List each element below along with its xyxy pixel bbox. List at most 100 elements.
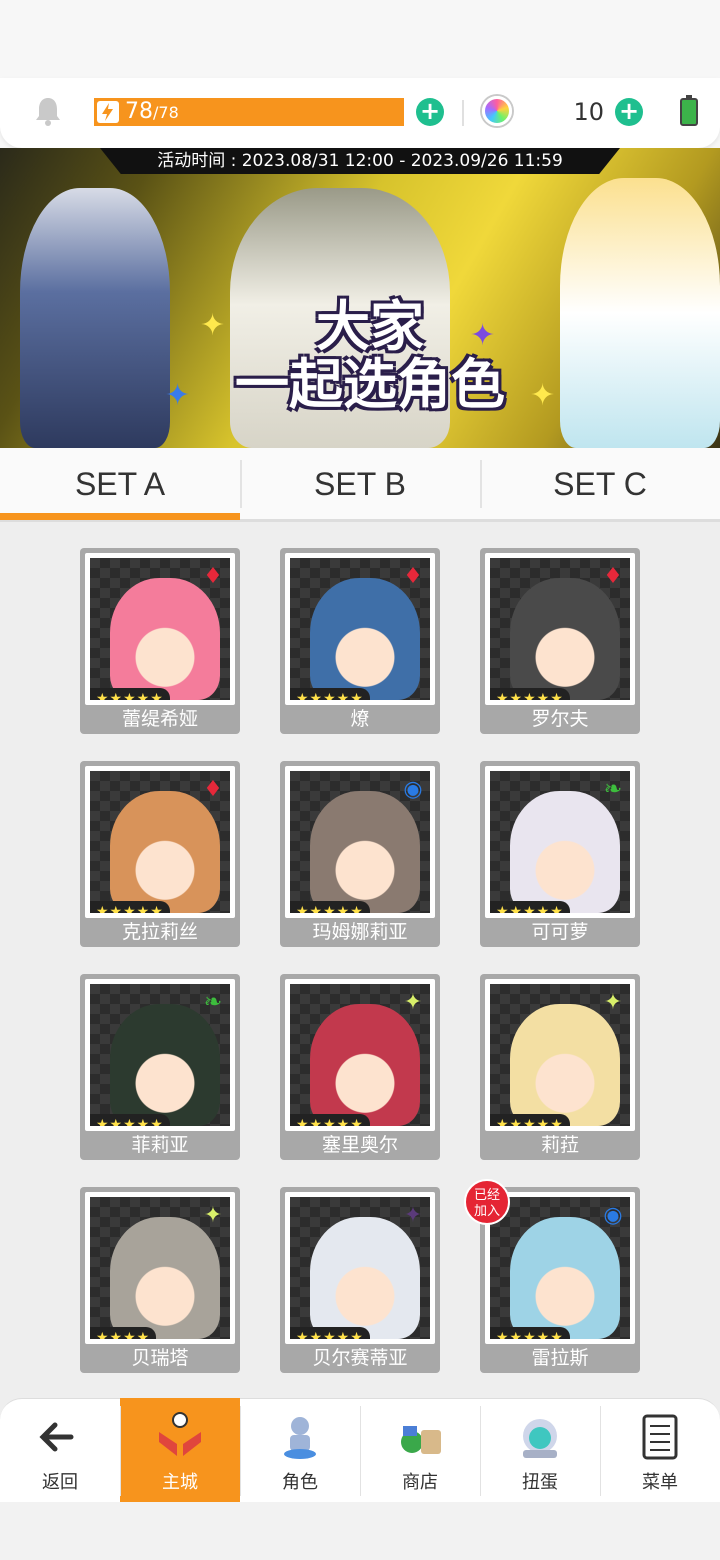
card-frame: ★★★★★ ♦ xyxy=(85,553,235,705)
banner-character xyxy=(560,178,720,448)
tab-set-c[interactable]: SET C xyxy=(480,448,720,522)
character-face xyxy=(110,791,220,913)
card-frame: ★★★★★ ♦ xyxy=(485,553,635,705)
character-face xyxy=(510,1217,620,1339)
character-card[interactable]: ★★★★★ ❧ 可可萝 xyxy=(480,761,640,947)
nav-label: 返回 xyxy=(42,1472,78,1493)
nav-label: 扭蛋 xyxy=(522,1472,558,1493)
nav-character[interactable]: 角色 xyxy=(240,1398,360,1502)
character-face xyxy=(310,791,420,913)
rarity-stars: ★★★★★ xyxy=(90,688,170,700)
character-name: 克拉莉丝 xyxy=(121,921,198,943)
dark-element-icon: ✦ xyxy=(403,1203,423,1228)
character-name: 贝瑞塔 xyxy=(131,1347,189,1369)
nav-divider xyxy=(240,1406,241,1496)
water-element-icon: ◉ xyxy=(603,1203,623,1228)
water-element-icon: ◉ xyxy=(403,777,423,802)
add-gem-button[interactable]: + xyxy=(615,98,643,126)
character-face xyxy=(110,1004,220,1126)
character-icon xyxy=(275,1412,325,1462)
character-face xyxy=(310,1217,420,1339)
character-card[interactable]: ★★★★ ✦ 贝瑞塔 xyxy=(80,1187,240,1373)
banner-title-line2: 一起选角色 xyxy=(235,353,505,416)
banner-title: 大家 一起选角色 xyxy=(180,298,560,414)
fire-element-icon: ♦ xyxy=(203,777,223,802)
character-card[interactable]: ★★★★★ ✦ 莉菈 xyxy=(480,974,640,1160)
nav-label: 主城 xyxy=(162,1472,198,1493)
card-frame: ★★★★★ ❧ xyxy=(485,766,635,918)
set-tabs: SET A SET B SET C xyxy=(0,448,720,522)
character-grid: ★★★★★ ♦ 蕾缇希娅 ★★★★★ ♦ 燎 ★★★★★ ♦ 罗尔夫 ★★★★★ ♦ 克拉莉丝 ★★★★… xyxy=(80,548,640,1378)
nav-menu[interactable]: 菜单 xyxy=(600,1398,720,1502)
character-card[interactable]: ★★★★★ ❧ 菲莉亚 xyxy=(80,974,240,1160)
light-element-icon: ✦ xyxy=(603,990,623,1015)
back-arrow-icon xyxy=(35,1412,85,1462)
character-face xyxy=(110,1217,220,1339)
rarity-stars: ★★★★★ xyxy=(290,688,370,700)
banner-character xyxy=(20,188,170,448)
bottom-strip xyxy=(0,1502,720,1560)
nav-divider xyxy=(480,1406,481,1496)
character-name: 塞里奥尔 xyxy=(321,1134,398,1156)
character-card[interactable]: ★★★★★ ♦ 燎 xyxy=(280,548,440,734)
event-time: 活动时间 : 2023.08/31 12:00 - 2023.09/26 11:… xyxy=(100,148,620,174)
stamina-value: 78/78 xyxy=(125,99,179,124)
nav-divider xyxy=(360,1406,361,1496)
stamina-current: 78 xyxy=(125,99,153,124)
character-name: 燎 xyxy=(350,708,370,730)
rarity-stars: ★★★★★ xyxy=(290,1327,370,1339)
sparkle-icon: ✦ xyxy=(165,378,191,413)
card-frame: ★★★★★ ✦ xyxy=(285,1192,435,1344)
castle-icon xyxy=(155,1412,205,1462)
nav-label: 角色 xyxy=(282,1472,318,1493)
nav-back-arrow[interactable]: 返回 xyxy=(0,1398,120,1502)
bell-icon[interactable] xyxy=(34,96,62,126)
character-face xyxy=(510,1004,620,1126)
menu-icon xyxy=(635,1412,685,1462)
lightning-icon xyxy=(97,101,119,123)
character-face xyxy=(510,791,620,913)
sparkle-icon: ✦ xyxy=(470,318,496,353)
gem-count: 10 xyxy=(573,98,604,126)
character-card[interactable]: ★★★★★ ♦ 罗尔夫 xyxy=(480,548,640,734)
card-frame: ★★★★★ ✦ xyxy=(485,979,635,1131)
character-face xyxy=(310,1004,420,1126)
rarity-stars: ★★★★★ xyxy=(490,688,570,700)
rarity-stars: ★★★★★ xyxy=(490,1327,570,1339)
character-card[interactable]: ★★★★★ ◉ 雷拉斯 已经 加入 xyxy=(464,1179,640,1373)
wind-element-icon: ❧ xyxy=(603,777,623,802)
stamina-max: /78 xyxy=(153,103,179,122)
nav-castle[interactable]: 主城 xyxy=(120,1398,240,1502)
character-card[interactable]: ★★★★★ ♦ 蕾缇希娅 xyxy=(80,548,240,734)
banner-title-line1: 大家 xyxy=(316,295,424,358)
rarity-stars: ★★★★ xyxy=(90,1327,157,1339)
character-name: 贝尔赛蒂亚 xyxy=(312,1347,408,1369)
nav-shop[interactable]: 商店 xyxy=(360,1398,480,1502)
card-frame: ★★★★ ✦ xyxy=(85,1192,235,1344)
character-name: 可可萝 xyxy=(531,921,589,943)
character-face xyxy=(310,578,420,700)
tab-set-a[interactable]: SET A xyxy=(0,448,240,522)
gem-icon xyxy=(482,96,512,126)
character-card[interactable]: ★★★★★ ✦ 贝尔赛蒂亚 xyxy=(280,1187,440,1373)
divider xyxy=(462,100,464,126)
character-card[interactable]: ★★★★★ ♦ 克拉莉丝 xyxy=(80,761,240,947)
card-frame: ★★★★★ ♦ xyxy=(85,766,235,918)
character-card[interactable]: ★★★★★ ◉ 玛姆娜莉亚 xyxy=(280,761,440,947)
character-name: 菲莉亚 xyxy=(131,1134,189,1156)
rarity-stars: ★★★★★ xyxy=(490,901,570,913)
nav-gacha[interactable]: 扭蛋 xyxy=(480,1398,600,1502)
light-element-icon: ✦ xyxy=(203,1203,223,1228)
nav-divider xyxy=(120,1406,121,1496)
character-card[interactable]: ★★★★★ ✦ 塞里奥尔 xyxy=(280,974,440,1160)
card-frame: ★★★★★ ◉ xyxy=(485,1192,635,1344)
rarity-stars: ★★★★★ xyxy=(90,901,170,913)
add-stamina-button[interactable]: + xyxy=(416,98,444,126)
rarity-stars: ★★★★★ xyxy=(490,1114,570,1126)
tab-set-b[interactable]: SET B xyxy=(240,448,480,522)
rarity-stars: ★★★★★ xyxy=(90,1114,170,1126)
light-element-icon: ✦ xyxy=(403,990,423,1015)
rarity-stars: ★★★★★ xyxy=(290,1114,370,1126)
sparkle-icon: ✦ xyxy=(200,308,226,343)
character-face xyxy=(510,578,620,700)
